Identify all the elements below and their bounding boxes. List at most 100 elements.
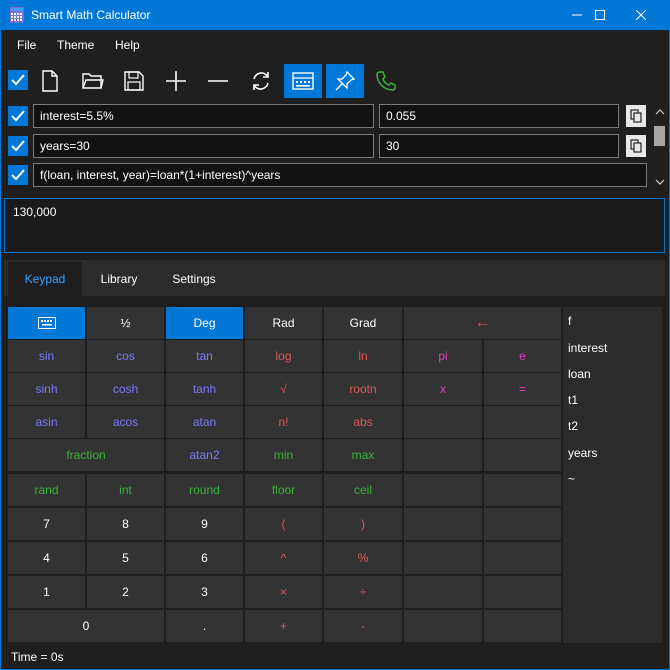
digit-1-key[interactable]: 1 (8, 576, 85, 608)
tan-key[interactable]: tan (166, 340, 243, 372)
log-key[interactable]: log (245, 340, 322, 372)
cosh-key[interactable]: cosh (87, 373, 164, 405)
tab-keypad[interactable]: Keypad (8, 262, 82, 296)
power-key[interactable]: ^ (245, 542, 322, 574)
divide-key[interactable]: ÷ (324, 576, 402, 608)
open-button[interactable] (74, 64, 112, 98)
menu-help[interactable]: Help (115, 38, 140, 52)
percent-key[interactable]: % (324, 542, 402, 574)
expression-checkbox[interactable] (8, 136, 28, 156)
abs-key[interactable]: abs (324, 406, 402, 438)
tab-library[interactable]: Library (86, 262, 152, 296)
variable-item[interactable]: t1 (568, 393, 578, 407)
expression-checkbox[interactable] (8, 106, 28, 126)
keypad-toggle-button[interactable] (284, 64, 322, 98)
fraction-key[interactable]: fraction (8, 439, 164, 471)
digit-0-key[interactable]: 0 (8, 610, 164, 642)
variable-item[interactable]: interest (568, 341, 607, 355)
atan2-key[interactable]: atan2 (166, 439, 243, 471)
select-all-checkbox[interactable] (8, 70, 28, 90)
digit-7-key[interactable]: 7 (8, 508, 85, 540)
pin-button[interactable] (326, 64, 364, 98)
variable-item[interactable]: t2 (568, 419, 578, 433)
keyboard-key[interactable] (8, 307, 85, 339)
plus-key[interactable]: + (245, 610, 322, 642)
ln-key[interactable]: ln (324, 340, 402, 372)
copy-button[interactable] (626, 105, 646, 127)
new-button[interactable] (31, 64, 69, 98)
refresh-button[interactable] (242, 64, 280, 98)
scrollbar-thumb[interactable] (654, 126, 665, 146)
tab-settings[interactable]: Settings (156, 262, 232, 296)
backspace-key[interactable]: ← (404, 307, 561, 339)
expression-input[interactable]: years=30 (33, 134, 374, 158)
round-key[interactable]: round (166, 474, 243, 506)
variable-item[interactable]: ~ (568, 472, 575, 486)
acos-key[interactable]: acos (87, 406, 164, 438)
menu-theme[interactable]: Theme (57, 38, 94, 52)
result-output[interactable]: 130,000 (4, 198, 665, 253)
rand-key[interactable]: rand (8, 474, 85, 506)
deg-key[interactable]: Deg (166, 307, 243, 339)
max-key[interactable]: max (324, 439, 402, 471)
expression-checkbox[interactable] (8, 165, 28, 185)
copy-button[interactable] (626, 135, 646, 157)
atan-key[interactable]: atan (166, 406, 243, 438)
grad-key[interactable]: Grad (324, 307, 402, 339)
variable-item[interactable]: years (568, 446, 597, 460)
sinh-key[interactable]: sinh (8, 373, 85, 405)
rad-key[interactable]: Rad (245, 307, 322, 339)
close-window-button[interactable] (618, 0, 664, 30)
variable-item[interactable]: f (568, 314, 571, 328)
half-key[interactable]: ½ (87, 307, 164, 339)
empty-key (404, 439, 482, 471)
sqrt-key[interactable]: √ (245, 373, 322, 405)
equals-key[interactable]: = (484, 373, 561, 405)
expression-input[interactable]: interest=5.5% (33, 104, 374, 128)
digit-5-key[interactable]: 5 (87, 542, 164, 574)
keypad-icon (292, 72, 314, 90)
multiply-key[interactable]: × (245, 576, 322, 608)
empty-key (484, 406, 561, 438)
factorial-key[interactable]: n! (245, 406, 322, 438)
pi-key[interactable]: pi (404, 340, 482, 372)
menu-file[interactable]: File (17, 38, 36, 52)
add-button[interactable] (157, 64, 195, 98)
window-title: Smart Math Calculator (31, 8, 151, 22)
tanh-key[interactable]: tanh (166, 373, 243, 405)
int-key[interactable]: int (87, 474, 164, 506)
expression-value: 30 (379, 134, 619, 158)
digit-4-key[interactable]: 4 (8, 542, 85, 574)
rootn-key[interactable]: rootn (324, 373, 402, 405)
copy-icon (630, 109, 642, 123)
remove-button[interactable] (199, 64, 237, 98)
scroll-up-icon[interactable] (655, 108, 665, 116)
call-button[interactable] (367, 64, 405, 98)
maximize-button[interactable] (577, 0, 623, 30)
save-button[interactable] (115, 64, 153, 98)
digit-8-key[interactable]: 8 (87, 508, 164, 540)
e-key[interactable]: e (484, 340, 561, 372)
empty-key (484, 439, 561, 471)
floor-key[interactable]: floor (245, 474, 322, 506)
digit-9-key[interactable]: 9 (166, 508, 243, 540)
asin-key[interactable]: asin (8, 406, 85, 438)
variable-item[interactable]: loan (568, 367, 591, 381)
ceil-key[interactable]: ceil (324, 474, 402, 506)
digit-6-key[interactable]: 6 (166, 542, 243, 574)
sin-key[interactable]: sin (8, 340, 85, 372)
min-key[interactable]: min (245, 439, 322, 471)
digit-2-key[interactable]: 2 (87, 576, 164, 608)
expression-input[interactable]: f(loan, interest, year)=loan*(1+interest… (33, 163, 647, 187)
minus-key[interactable]: - (324, 610, 402, 642)
digit-3-key[interactable]: 3 (166, 576, 243, 608)
expression-value: 0.055 (379, 104, 619, 128)
phone-icon (376, 71, 396, 91)
minus-icon (208, 80, 228, 82)
scroll-down-icon[interactable] (655, 178, 665, 186)
x-key[interactable]: x (404, 373, 482, 405)
open-paren-key[interactable]: ( (245, 508, 322, 540)
close-paren-key[interactable]: ) (324, 508, 402, 540)
decimal-key[interactable]: . (166, 610, 243, 642)
cos-key[interactable]: cos (87, 340, 164, 372)
